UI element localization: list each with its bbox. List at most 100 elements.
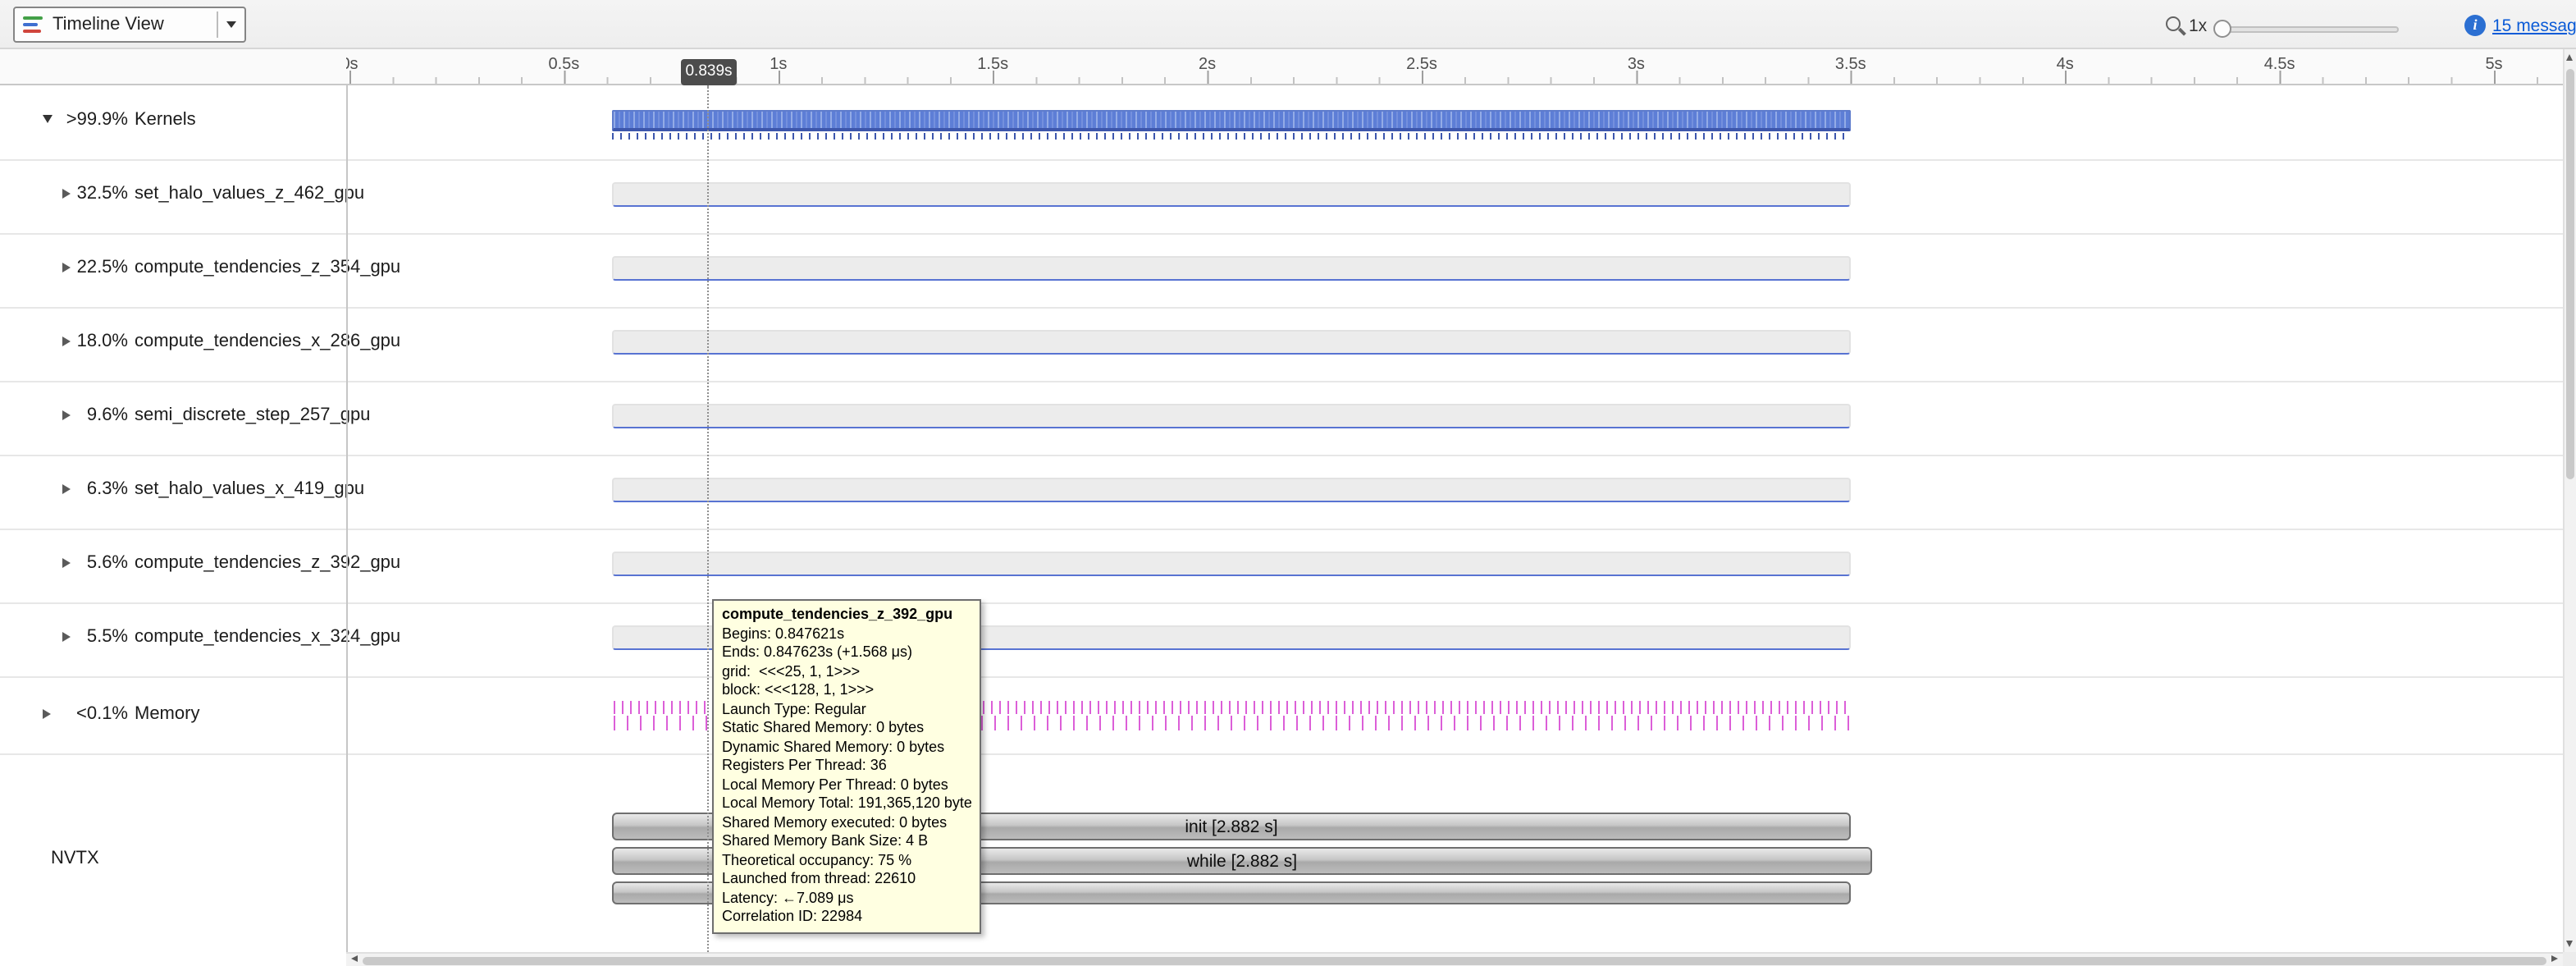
ruler-major-ticks [346, 71, 2563, 84]
tick-label: 1s [770, 56, 787, 74]
time-marker-badge[interactable]: 0.839s [681, 59, 737, 85]
row-name: Kernels [135, 110, 196, 130]
row-percent: 22.5% [46, 258, 128, 277]
tooltip-line: grid: <<<25, 1, 1>>> [722, 662, 971, 681]
tick-label: 3.5s [1835, 56, 1866, 74]
tooltip-title: compute_tendencies_z_392_gpu [722, 606, 971, 625]
view-selector-dropdown[interactable]: Timeline View [13, 7, 246, 43]
horizontal-scrollbar-thumb[interactable] [363, 956, 2546, 964]
tick-label: 4s [2057, 56, 2074, 74]
panel-divider [346, 49, 348, 952]
row-percent: >99.9% [46, 110, 128, 130]
tick-label: 1.5s [977, 56, 1008, 74]
tooltip-line: Latency: ←7.089 μs [722, 889, 971, 908]
tree-row-kernel-child[interactable]: 9.6% semi_discrete_step_257_gpu [0, 381, 345, 455]
toolbar: Timeline View 1x 15 messages [0, 0, 2576, 49]
tree-row-kernel-child[interactable]: 6.3% set_halo_values_x_419_gpu [0, 455, 345, 529]
nsight-timeline-window: Timeline View 1x 15 messages 0s 0.5s 1s … [0, 0, 2576, 966]
row-separator [0, 529, 2563, 530]
tooltip-line: Begins: 0.847621s [722, 625, 971, 643]
row-percent: <0.1% [46, 704, 128, 724]
row-name: compute_tendencies_x_324_gpu [135, 627, 400, 647]
kernel-range-bar[interactable] [612, 330, 1851, 355]
row-name: compute_tendencies_x_286_gpu [135, 332, 400, 351]
tooltip-line: Dynamic Shared Memory: 0 bytes [722, 738, 971, 757]
dropdown-separator [217, 11, 218, 38]
tick-label: 4.5s [2264, 56, 2295, 74]
scroll-left-icon[interactable] [351, 955, 358, 962]
row-percent: 6.3% [46, 479, 128, 499]
row-percent: 32.5% [46, 184, 128, 204]
tooltip-line: Launched from thread: 22610 [722, 870, 971, 889]
tooltip-line: Shared Memory executed: 0 bytes [722, 813, 971, 832]
scroll-up-icon[interactable] [2566, 54, 2573, 61]
tooltip-line: Ends: 0.847623s (+1.568 μs) [722, 643, 971, 662]
row-separator [0, 676, 2563, 678]
row-percent: 9.6% [46, 405, 128, 425]
chevron-down-icon [226, 21, 236, 28]
row-separator [0, 455, 2563, 456]
row-separator [0, 602, 2563, 604]
row-name: compute_tendencies_z_354_gpu [135, 258, 400, 277]
timeline-grid-icon [23, 15, 43, 34]
nvtx-range-label: while [2.882 s] [1187, 851, 1297, 871]
vertical-scrollbar[interactable] [2563, 49, 2576, 952]
tick-label: 3s [1628, 56, 1645, 74]
kernel-range-bar[interactable] [612, 182, 1851, 207]
time-marker-line [707, 85, 709, 952]
tree-row-kernel-child[interactable]: 22.5% compute_tendencies_z_354_gpu [0, 233, 345, 307]
row-percent: 5.5% [46, 627, 128, 647]
row-name: set_halo_values_x_419_gpu [135, 479, 364, 499]
magnifier-icon [2166, 16, 2181, 31]
tooltip-line: Shared Memory Bank Size: 4 B [722, 832, 971, 851]
tooltip-line: Local Memory Per Thread: 0 bytes [722, 776, 971, 794]
tooltip-line: Theoretical occupancy: 75 % [722, 851, 971, 870]
horizontal-scrollbar[interactable] [346, 952, 2563, 966]
kernels-summary-bar[interactable] [612, 110, 1851, 131]
scrollbar-corner [2563, 952, 2576, 966]
tick-label: 2.5s [1406, 56, 1437, 74]
row-percent: 18.0% [46, 332, 128, 351]
row-separator [0, 159, 2563, 161]
kernel-tooltip: compute_tendencies_z_392_gpu Begins: 0.8… [712, 599, 981, 933]
row-separator [0, 233, 2563, 235]
row-name: compute_tendencies_z_392_gpu [135, 553, 400, 573]
ruler-tick-area: 0s 0.5s 1s 1.5s 2s 2.5s 3s 3.5s 4s 4.5s … [346, 49, 2563, 84]
row-separator [0, 307, 2563, 309]
row-name: semi_discrete_step_257_gpu [135, 405, 370, 425]
tree-row-memory[interactable]: <0.1% Memory [0, 676, 345, 753]
tick-label: 0.5s [548, 56, 579, 74]
row-name: set_halo_values_z_462_gpu [135, 184, 364, 204]
time-ruler[interactable]: 0s 0.5s 1s 1.5s 2s 2.5s 3s 3.5s 4s 4.5s … [0, 49, 2563, 85]
tooltip-line: Static Shared Memory: 0 bytes [722, 719, 971, 738]
zoom-slider-track[interactable] [2215, 26, 2399, 33]
tree-row-kernel-child[interactable]: 18.0% compute_tendencies_x_286_gpu [0, 307, 345, 381]
row-percent: 5.6% [46, 553, 128, 573]
info-circle-icon[interactable] [2464, 15, 2486, 36]
row-name: Memory [135, 704, 199, 724]
kernel-range-bar[interactable] [612, 478, 1851, 502]
tree-row-kernel-child[interactable]: 5.6% compute_tendencies_z_392_gpu [0, 529, 345, 602]
tick-label: 5s [2485, 56, 2502, 74]
tree-row-kernels[interactable]: >99.9% Kernels [0, 85, 345, 159]
view-selector-label: Timeline View [53, 15, 212, 34]
kernels-instance-ticks [612, 133, 1851, 140]
vertical-scrollbar-thumb[interactable] [2566, 69, 2574, 479]
row-separator [0, 381, 2563, 382]
scroll-right-icon[interactable] [2551, 955, 2558, 962]
messages-link[interactable]: 15 messages [2492, 16, 2576, 36]
tooltip-line: Launch Type: Regular [722, 700, 971, 719]
kernel-range-bar[interactable] [612, 256, 1851, 281]
nvtx-range-label: init [2.882 s] [1185, 817, 1277, 836]
tooltip-line: Correlation ID: 22984 [722, 908, 971, 927]
tree-row-nvtx[interactable]: NVTX [0, 753, 345, 952]
scroll-down-icon[interactable] [2566, 941, 2573, 947]
tree-row-kernel-child[interactable]: 5.5% compute_tendencies_x_324_gpu [0, 602, 345, 676]
zoom-slider-thumb[interactable] [2213, 20, 2231, 38]
nvtx-section-label: NVTX [51, 849, 99, 868]
zoom-level-label: 1x [2189, 16, 2207, 36]
kernel-range-bar[interactable] [612, 404, 1851, 428]
tree-row-kernel-child[interactable]: 32.5% set_halo_values_z_462_gpu [0, 159, 345, 233]
kernel-range-bar[interactable] [612, 552, 1851, 576]
tick-label: 2s [1199, 56, 1216, 74]
